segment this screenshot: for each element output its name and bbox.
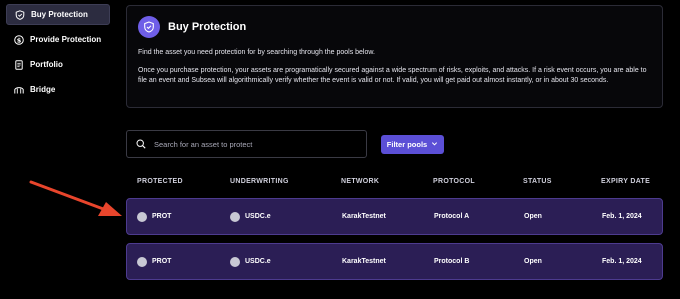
sidebar-item-provide-protection[interactable]: $ Provide Protection bbox=[6, 29, 110, 50]
sidebar-item-label: Provide Protection bbox=[30, 35, 102, 44]
bridge-icon bbox=[14, 85, 24, 95]
info-card: Buy Protection Find the asset you need p… bbox=[126, 5, 663, 108]
table-row[interactable]: PROT USDC.e KarakTestnet Protocol B Open… bbox=[126, 243, 663, 280]
column-header-protected: PROTECTED bbox=[137, 178, 183, 185]
intro-text: Find the asset you need protection for b… bbox=[138, 49, 375, 56]
column-header-underwriting: UNDERWRITING bbox=[230, 178, 289, 185]
protected-cell: PROT bbox=[137, 244, 171, 279]
shield-icon bbox=[15, 9, 25, 20]
token-icon bbox=[230, 256, 240, 267]
sidebar: Buy Protection $ Provide Protection Port… bbox=[6, 4, 110, 104]
protected-token: PROT bbox=[152, 258, 172, 265]
column-header-status: STATUS bbox=[523, 178, 552, 185]
search-box[interactable] bbox=[126, 130, 367, 158]
column-header-expiry-date: EXPIRY DATE bbox=[601, 178, 651, 185]
chevron-down-icon bbox=[431, 140, 438, 149]
expiry-cell: Feb. 1, 2024 bbox=[602, 213, 642, 220]
document-icon bbox=[14, 59, 24, 70]
expiry-cell: Feb. 1, 2024 bbox=[602, 258, 642, 265]
protected-token: PROT bbox=[152, 213, 172, 220]
underwriting-cell: USDC.e bbox=[230, 244, 271, 279]
search-input[interactable] bbox=[154, 139, 354, 149]
sidebar-item-buy-protection[interactable]: Buy Protection bbox=[6, 4, 110, 25]
status-cell: Open bbox=[524, 258, 542, 265]
annotation-arrow-icon bbox=[29, 180, 122, 216]
search-icon bbox=[136, 139, 146, 149]
shield-check-icon bbox=[138, 16, 160, 38]
token-icon bbox=[137, 211, 147, 222]
sidebar-item-label: Portfolio bbox=[30, 60, 63, 69]
column-header-network: NETWORK bbox=[341, 178, 380, 185]
network-cell: KarakTestnet bbox=[342, 258, 386, 265]
page-title: Buy Protection bbox=[168, 21, 247, 33]
underwriting-token: USDC.e bbox=[245, 258, 271, 265]
sidebar-item-label: Bridge bbox=[30, 85, 56, 94]
underwriting-token: USDC.e bbox=[245, 213, 271, 220]
network-cell: KarakTestnet bbox=[342, 213, 386, 220]
description-text: Once you purchase protection, your asset… bbox=[138, 66, 647, 85]
protocol-cell: Protocol B bbox=[434, 258, 470, 265]
protected-cell: PROT bbox=[137, 199, 171, 234]
column-header-protocol: PROTOCOL bbox=[433, 178, 475, 185]
sidebar-item-label: Buy Protection bbox=[31, 10, 88, 19]
svg-text:$: $ bbox=[17, 36, 22, 44]
filter-pools-button[interactable]: Filter pools bbox=[381, 135, 444, 154]
status-cell: Open bbox=[524, 213, 542, 220]
token-icon bbox=[230, 211, 240, 222]
underwriting-cell: USDC.e bbox=[230, 199, 271, 234]
sidebar-item-bridge[interactable]: Bridge bbox=[6, 79, 110, 100]
dollar-icon: $ bbox=[14, 34, 24, 45]
protocol-cell: Protocol A bbox=[434, 213, 470, 220]
token-icon bbox=[137, 256, 147, 267]
table-row[interactable]: PROT USDC.e KarakTestnet Protocol A Open… bbox=[126, 198, 663, 235]
filter-pools-label: Filter pools bbox=[386, 140, 428, 149]
sidebar-item-portfolio[interactable]: Portfolio bbox=[6, 54, 110, 75]
card-header: Buy Protection bbox=[138, 16, 651, 38]
